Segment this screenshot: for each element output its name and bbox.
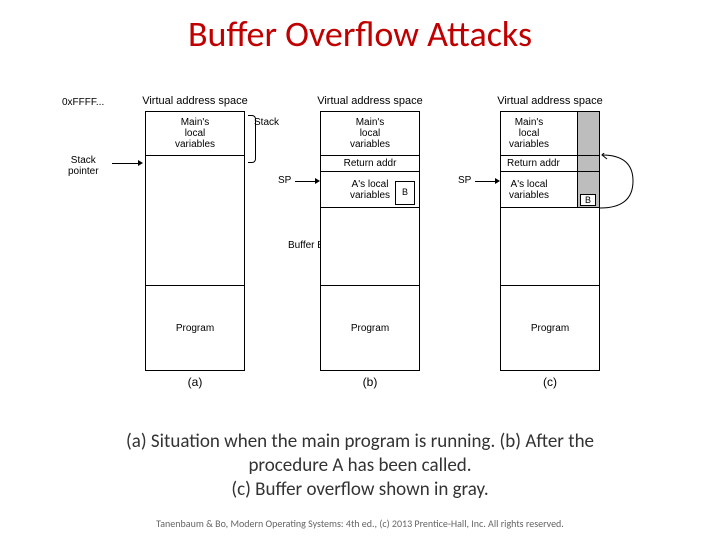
blank-a bbox=[146, 156, 244, 286]
alocal-c: A's local variables bbox=[501, 172, 599, 208]
caption-line-1: (a) Situation when the main program is r… bbox=[126, 430, 594, 453]
diagram-b: Virtual address space Main's local varia… bbox=[295, 95, 445, 371]
blank-b bbox=[321, 208, 419, 286]
copyright-footer: Tanenbaum & Bo, Modern Operating Systems… bbox=[0, 517, 720, 530]
hex-label: 0xFFFF... bbox=[62, 97, 104, 108]
retaddr-c: Return addr bbox=[501, 156, 599, 172]
stack-pointer-label: Stack pointer bbox=[68, 155, 99, 177]
caption-line-3: (c) Buffer overflow shown in gray. bbox=[231, 478, 488, 501]
diagram-a: Virtual address space Main's local varia… bbox=[120, 95, 270, 371]
header-a: Virtual address space bbox=[120, 95, 270, 107]
diagram-c: Virtual address space B Main's local var… bbox=[475, 95, 625, 371]
blank-c bbox=[501, 208, 599, 286]
program-c: Program bbox=[501, 286, 599, 370]
sp-label-b: SP bbox=[278, 175, 291, 186]
box-c: B Main's local variables Return addr A's… bbox=[500, 111, 600, 371]
caption-line-2: procedure A has been called. bbox=[248, 454, 471, 477]
retaddr-b: Return addr bbox=[321, 156, 419, 172]
program-b: Program bbox=[321, 286, 419, 370]
alocal-text-b: A's local variables bbox=[350, 179, 390, 201]
figure-container: 0xFFFF... Stack pointer Stack Virtual ad… bbox=[70, 75, 650, 415]
alocal-b: A's local variables B bbox=[321, 172, 419, 208]
retaddr-text-c: Return addr bbox=[507, 158, 560, 169]
box-a: Main's local variables Program bbox=[145, 111, 245, 371]
program-a: Program bbox=[146, 286, 244, 370]
header-b: Virtual address space bbox=[295, 95, 445, 107]
subfig-c: (c) bbox=[500, 375, 600, 389]
buffer-b-box: B bbox=[395, 181, 415, 205]
alocal-text-c: A's local variables bbox=[509, 179, 549, 201]
sp-label-c: SP bbox=[458, 175, 471, 186]
header-c: Virtual address space bbox=[475, 95, 625, 107]
subfig-a: (a) bbox=[145, 375, 245, 389]
mainvars-c: Main's local variables bbox=[501, 112, 599, 156]
box-b: Main's local variables Return addr A's l… bbox=[320, 111, 420, 371]
subfig-b: (b) bbox=[320, 375, 420, 389]
mainvars-a: Main's local variables bbox=[146, 112, 244, 156]
slide-title: Buffer Overflow Attacks bbox=[0, 0, 720, 56]
mainvars-b: Main's local variables bbox=[321, 112, 419, 156]
caption: (a) Situation when the main program is r… bbox=[0, 430, 720, 501]
